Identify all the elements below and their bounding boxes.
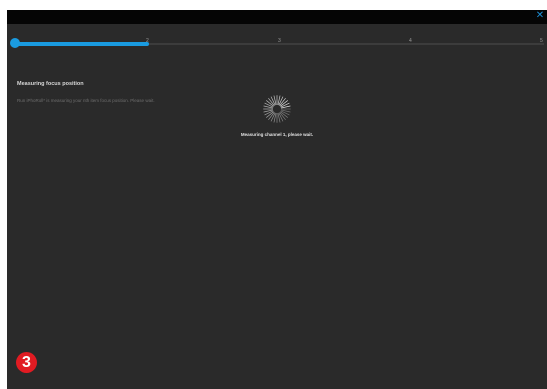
close-icon[interactable]: ✕ <box>535 11 545 21</box>
progress-fill <box>17 42 149 46</box>
step-label-2: 2 <box>146 38 149 44</box>
status-message: Measuring channel 1, please wait. <box>240 132 314 137</box>
title-bar: ✕ <box>7 10 547 24</box>
app-window: ✕ 2 3 4 5 Measuring focus position Run i… <box>7 10 547 389</box>
step-progress: 2 3 4 5 <box>7 32 547 56</box>
progress-current-step-marker <box>10 38 20 48</box>
step-label-3: 3 <box>278 38 281 44</box>
step-label-5: 5 <box>540 38 543 44</box>
page-title: Measuring focus position <box>17 81 84 87</box>
page-description: Run iPhoRoll* is measuring your nth item… <box>17 98 155 103</box>
spinner-icon <box>263 95 291 123</box>
step-label-4: 4 <box>409 38 412 44</box>
step-number-badge: 3 <box>16 352 37 373</box>
